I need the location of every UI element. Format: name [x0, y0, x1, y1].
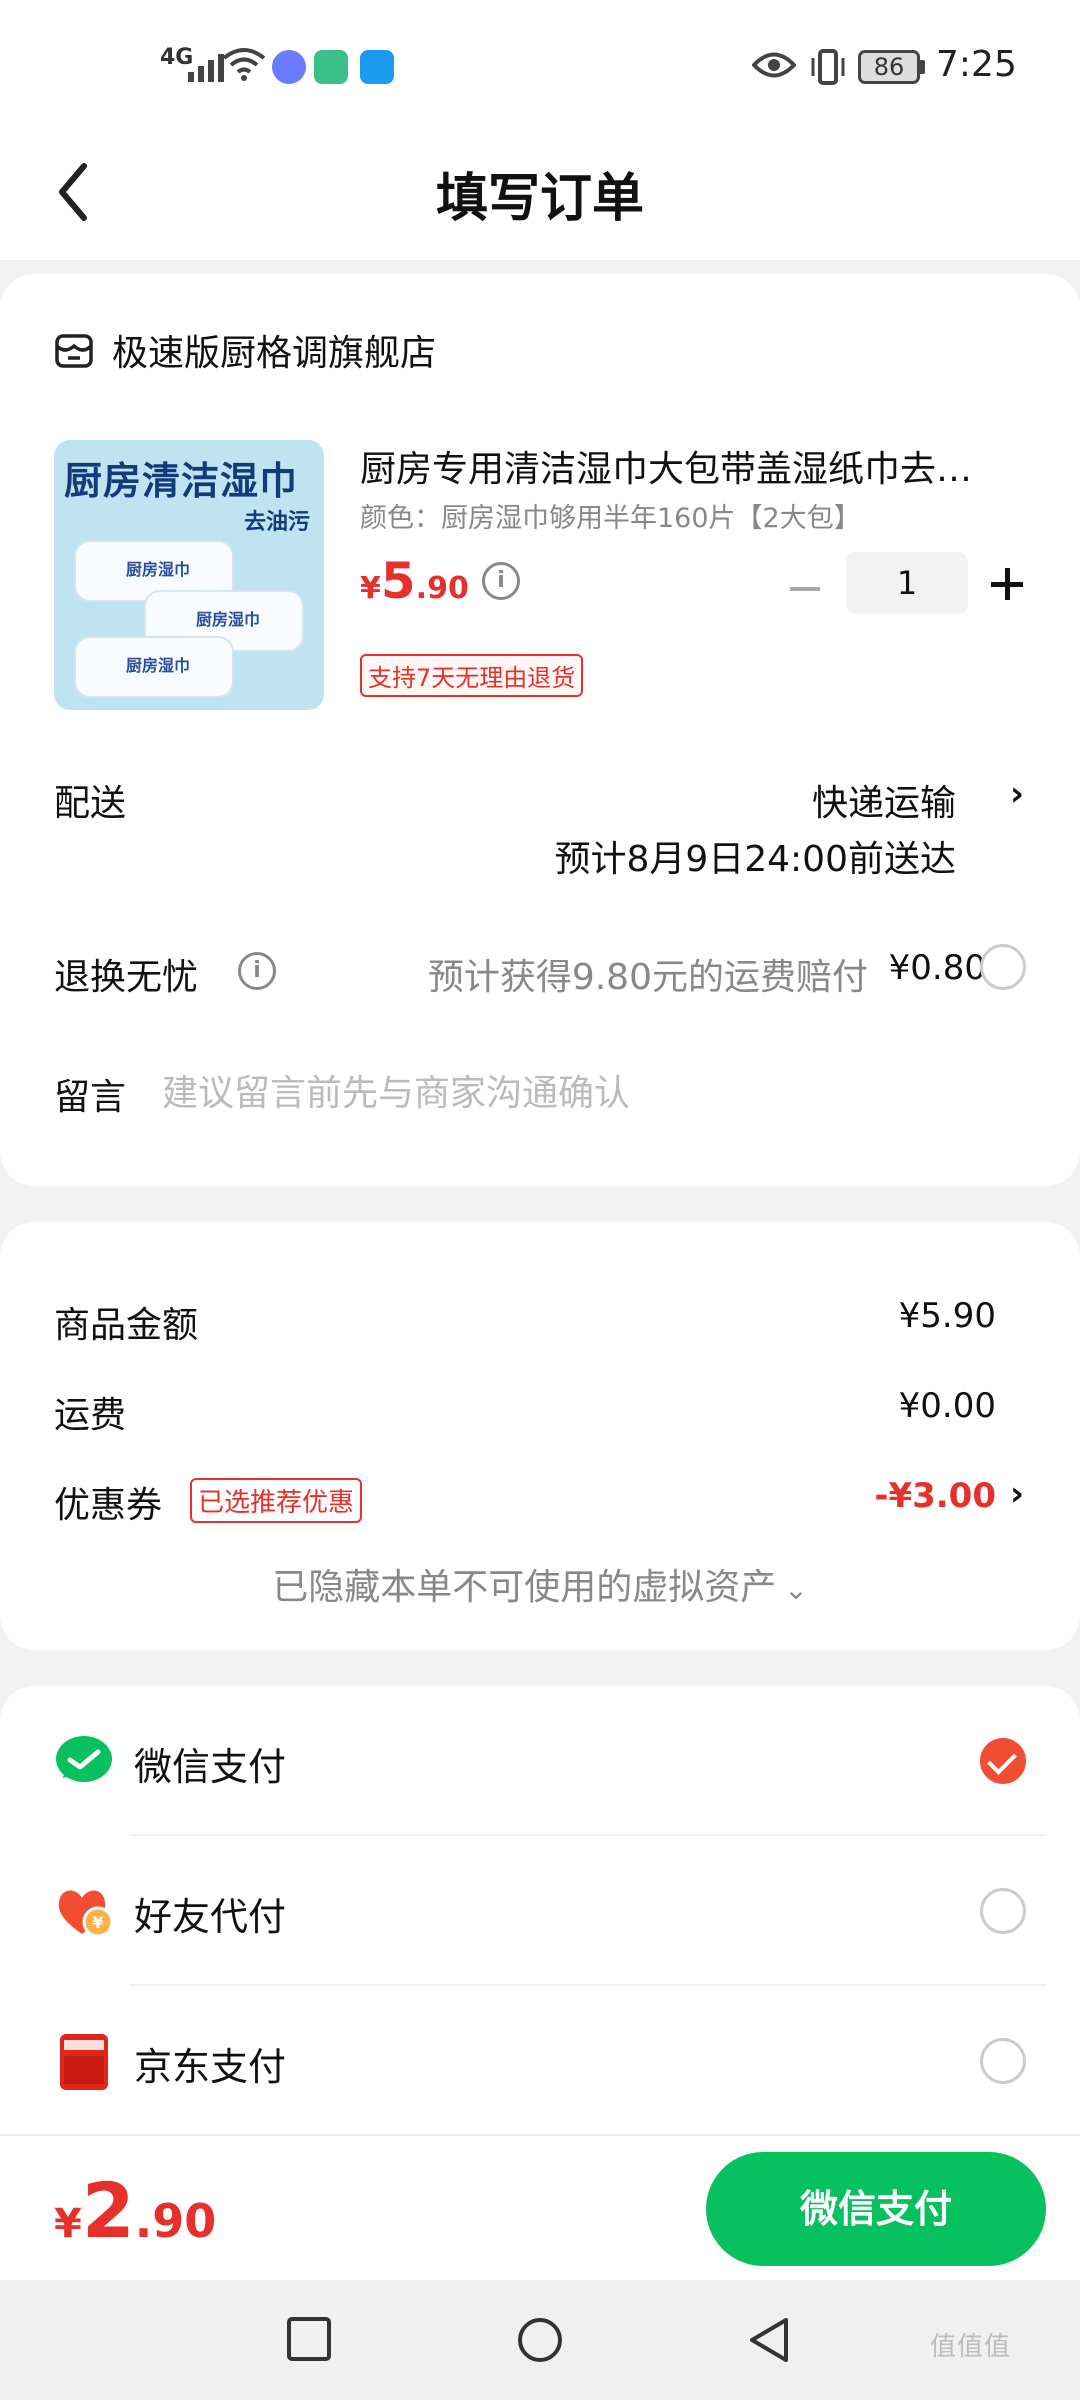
vibrate-icon — [811, 49, 845, 85]
quantity-value[interactable]: 1 — [846, 552, 968, 614]
product-price: ¥5.90 — [360, 552, 469, 610]
coupon-tag[interactable]: 已选推荐优惠 — [190, 1478, 363, 1523]
system-nav-bar — [0, 2280, 1080, 2400]
store-icon — [55, 334, 93, 368]
wifi-icon — [222, 48, 266, 81]
payment-methods-card: 微信支付 ¥ 好友代付 京东支付 — [0, 1686, 1080, 2134]
hidden-assets-toggle[interactable]: 已隐藏本单不可使用的虚拟资产 ⌄ — [0, 1558, 1080, 1610]
payment-label: 京东支付 — [134, 2045, 287, 2089]
delivery-label: 配送 — [54, 783, 127, 824]
product-image-subtitle: 去油污 — [243, 510, 310, 535]
coupon-value[interactable]: -¥3.00 — [874, 1476, 996, 1516]
payment-radio[interactable] — [980, 2038, 1026, 2084]
status-bar: 4G 86 7:25 — [0, 0, 1080, 130]
amount-card: 商品金额 ¥5.90 运费 ¥0.00 优惠券 已选推荐优惠 -¥3.00 › … — [0, 1222, 1080, 1650]
search-app-icon — [360, 50, 394, 84]
coupon-label: 优惠券 — [54, 1485, 163, 1526]
return-worry-info-icon[interactable]: i — [238, 952, 276, 990]
eye-icon — [752, 52, 796, 78]
home-icon[interactable] — [516, 2316, 564, 2364]
friend-pay-icon: ¥ — [58, 1890, 114, 1938]
product-title[interactable]: 厨房专用清洁湿巾大包带盖湿纸巾去… — [360, 440, 1030, 492]
order-page: 4G 86 7:25 填写订单 极速版厨格调旗舰店 厨房清洁湿巾 去油污 厨房湿… — [0, 0, 1080, 2400]
payment-label: 微信支付 — [134, 1745, 287, 1789]
chevron-down-icon: ⌄ — [784, 1573, 808, 1606]
price-info-icon[interactable]: i — [482, 562, 520, 600]
message-input[interactable] — [162, 1064, 1022, 1122]
delivery-chevron-icon[interactable]: › — [1010, 774, 1024, 814]
signal-icon — [188, 48, 224, 82]
svg-text:¥: ¥ — [92, 1913, 103, 1932]
store-name: 极速版厨格调旗舰店 — [112, 333, 437, 374]
delivery-method[interactable]: 快递运输 — [812, 774, 956, 826]
wechat-pay-icon — [56, 1736, 112, 1782]
checkout-bar: ¥2.90 微信支付 — [0, 2134, 1080, 2280]
goods-amount-label: 商品金额 — [54, 1305, 199, 1346]
pay-button[interactable]: 微信支付 — [706, 2152, 1046, 2266]
payment-option-friend[interactable]: ¥ 好友代付 — [0, 1836, 1080, 1986]
payment-label: 好友代付 — [134, 1895, 287, 1939]
header: 填写订单 — [0, 130, 1080, 260]
battery-icon: 86 — [858, 50, 920, 84]
product-image[interactable]: 厨房清洁湿巾 去油污 厨房湿巾 厨房湿巾 厨房湿巾 — [54, 440, 324, 710]
jd-pay-icon — [60, 2034, 108, 2090]
music-app-icon — [272, 50, 306, 84]
quantity-plus-button[interactable] — [988, 564, 1028, 604]
product-spec[interactable]: 颜色：厨房湿巾够用半年160片【2大包】 — [360, 496, 861, 535]
coupon-chevron-icon[interactable]: › — [1010, 1474, 1024, 1514]
return-worry-price: ¥0.80 — [888, 948, 986, 988]
return-worry-text: 预计获得9.80元的运费赔付 — [427, 957, 868, 998]
recent-apps-icon[interactable] — [286, 2316, 332, 2362]
message-label: 留言 — [54, 1077, 127, 1118]
home-app-icon — [314, 50, 348, 84]
payment-radio-selected[interactable] — [980, 1738, 1026, 1784]
payment-option-wechat[interactable]: 微信支付 — [0, 1686, 1080, 1836]
product-image-title: 厨房清洁湿巾 — [64, 459, 299, 503]
return-policy-tag: 支持7天无理由退货 — [360, 654, 584, 697]
store-row[interactable]: 极速版厨格调旗舰店 — [54, 324, 436, 376]
return-worry-radio[interactable] — [980, 944, 1026, 990]
page-title: 填写订单 — [435, 169, 644, 229]
return-worry-label: 退换无忧 — [54, 957, 199, 998]
battery-tip — [920, 60, 925, 74]
product-pack: 厨房湿巾 — [74, 636, 234, 698]
payment-radio[interactable] — [980, 1888, 1026, 1934]
quantity-minus-button[interactable] — [786, 564, 826, 614]
order-card: 极速版厨格调旗舰店 厨房清洁湿巾 去油污 厨房湿巾 厨房湿巾 厨房湿巾 厨房专用… — [0, 274, 1080, 1186]
back-nav-icon[interactable] — [746, 2316, 792, 2364]
clock: 7:25 — [936, 44, 1017, 85]
goods-amount-value: ¥5.90 — [898, 1296, 996, 1336]
total-price: ¥2.90 — [54, 2166, 217, 2255]
payment-option-jd[interactable]: 京东支付 — [0, 1986, 1080, 2136]
delivery-eta: 预计8月9日24:00前送达 — [554, 839, 956, 880]
shipping-value: ¥0.00 — [898, 1386, 996, 1426]
hidden-assets-text: 已隐藏本单不可使用的虚拟资产 — [272, 1567, 777, 1608]
watermark: 值值值 — [930, 2332, 1012, 2362]
shipping-label: 运费 — [54, 1395, 127, 1436]
